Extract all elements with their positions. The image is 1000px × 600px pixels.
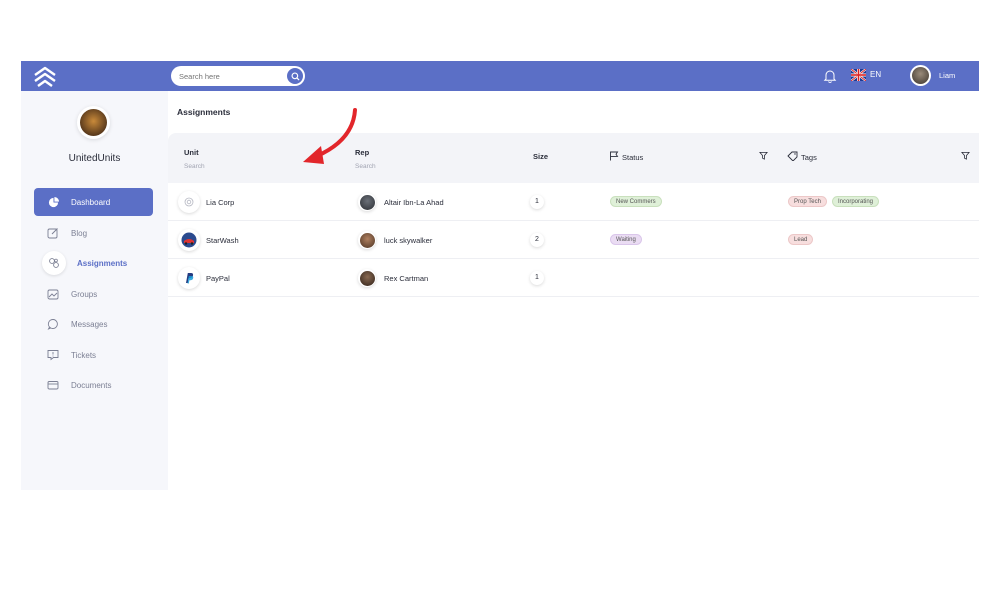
flag-icon — [610, 151, 619, 161]
lia-corp-logo — [178, 191, 200, 213]
rep-name[interactable]: Rex Cartman — [384, 274, 428, 283]
user-photo — [912, 67, 929, 84]
top-bar: EN Liam — [21, 61, 979, 91]
rep-name[interactable]: Altair Ibn-La Ahad — [384, 198, 444, 207]
notification-bell-icon[interactable] — [822, 68, 838, 84]
org-avatar[interactable] — [77, 106, 110, 139]
edit-icon — [46, 226, 60, 240]
app-window: EN Liam UnitedUnits Dashboard Blog Assig… — [21, 61, 979, 490]
uk-flag-icon[interactable] — [851, 69, 866, 81]
size-value: 1 — [530, 195, 544, 209]
sidebar-item-label: Dashboard — [71, 197, 111, 207]
org-name: UnitedUnits — [68, 153, 121, 164]
column-header-status[interactable]: Status — [622, 153, 643, 162]
rep-avatar — [358, 269, 376, 287]
tag-badge: Prop Tech — [788, 196, 827, 207]
unit-name[interactable]: StarWash — [206, 236, 239, 245]
search-button[interactable] — [287, 68, 303, 84]
size-value: 1 — [530, 271, 544, 285]
search-input[interactable] — [179, 69, 279, 83]
sidebar-item-dashboard[interactable]: Dashboard — [34, 188, 153, 216]
rep-name[interactable]: luck skywalker — [384, 236, 432, 245]
starwash-logo — [178, 229, 200, 251]
sidebar-item-label: Documents — [71, 380, 112, 390]
logo-icon[interactable] — [33, 65, 57, 87]
rep-photo — [359, 270, 375, 286]
link-icon — [42, 251, 66, 275]
user-avatar[interactable] — [910, 65, 931, 86]
sidebar: UnitedUnits Dashboard Blog Assignments G… — [21, 91, 168, 490]
status-badge: New Commers — [610, 196, 662, 207]
sidebar-item-assignments[interactable]: Assignments — [34, 249, 153, 277]
tag-icon — [787, 151, 798, 161]
search-box — [171, 66, 305, 86]
size-value: 2 — [530, 233, 544, 247]
column-header-tags[interactable]: Tags — [801, 153, 817, 162]
sidebar-item-blog[interactable]: Blog — [34, 219, 153, 247]
paypal-logo — [178, 267, 200, 289]
chat-icon — [46, 317, 60, 331]
unit-name[interactable]: Lia Corp — [206, 198, 234, 207]
pie-chart-icon — [46, 195, 60, 209]
unit-search-field[interactable]: Search — [184, 163, 205, 170]
user-name[interactable]: Liam — [939, 71, 955, 80]
table-row[interactable]: Lia Corp Altair Ibn-La Ahad 1 New Commer… — [168, 183, 979, 221]
rep-photo — [359, 232, 375, 248]
status-badge: Waiting — [610, 234, 642, 245]
rep-avatar — [358, 231, 376, 249]
table-row[interactable]: StarWash luck skywalker 2 Waiting Lead — [168, 221, 979, 259]
tags-filter-icon[interactable] — [961, 151, 970, 160]
column-header-unit[interactable]: Unit — [184, 148, 199, 157]
rep-photo — [359, 194, 375, 210]
sidebar-item-documents[interactable]: Documents — [34, 371, 153, 399]
card-icon — [46, 378, 60, 392]
sidebar-item-label: Assignments — [77, 258, 128, 268]
sidebar-item-groups[interactable]: Groups — [34, 280, 153, 308]
rep-avatar — [358, 193, 376, 211]
alert-message-icon — [46, 348, 60, 362]
table-row[interactable]: PayPal Rex Cartman 1 — [168, 259, 979, 297]
tag-badge: Lead — [788, 234, 814, 245]
sidebar-item-label: Groups — [71, 289, 98, 299]
sidebar-item-tickets[interactable]: Tickets — [34, 341, 153, 369]
sidebar-item-messages[interactable]: Messages — [34, 310, 153, 338]
status-filter-icon[interactable] — [759, 151, 768, 160]
image-icon — [46, 287, 60, 301]
tag-badge: Incorporating — [832, 196, 880, 207]
table-header: Unit Search Rep Search Size Status Tags — [168, 133, 979, 183]
page-title: Assignments — [177, 107, 231, 117]
column-header-size[interactable]: Size — [533, 152, 548, 161]
sidebar-item-label: Messages — [71, 319, 108, 329]
sidebar-item-label: Blog — [71, 228, 88, 238]
annotation-arrow-icon — [303, 108, 357, 164]
org-photo — [80, 109, 107, 136]
main-content: Assignments Unit Search Rep Search Size … — [168, 91, 979, 490]
language-label[interactable]: EN — [870, 70, 881, 79]
search-icon — [290, 71, 300, 81]
sidebar-item-label: Tickets — [71, 350, 97, 360]
unit-name[interactable]: PayPal — [206, 274, 230, 283]
